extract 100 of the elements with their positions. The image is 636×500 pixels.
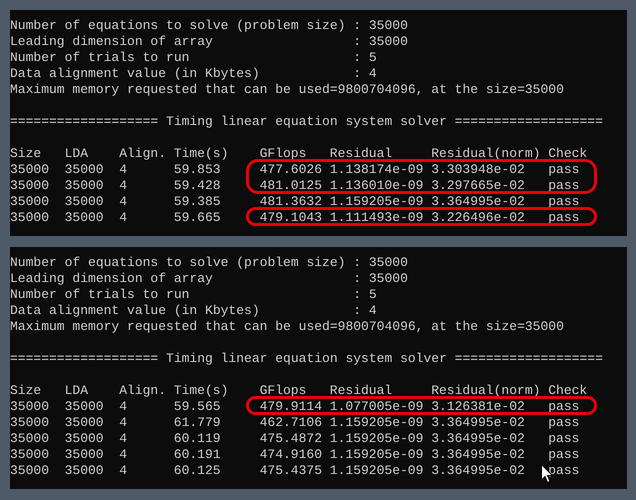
info-line: Data alignment value (in Kbytes) : 4 bbox=[10, 66, 377, 81]
column-header: GFlops bbox=[260, 146, 306, 161]
table-cell: 59.385 bbox=[174, 194, 221, 209]
column-header: Check bbox=[548, 383, 588, 398]
table-cell: 35000 bbox=[10, 178, 50, 193]
table-cell: pass bbox=[548, 431, 580, 446]
table-cell: 59.853 bbox=[174, 162, 221, 177]
table-cell: 3.364995e-02 bbox=[431, 194, 525, 209]
table-cell: 3.126381e-02 bbox=[431, 399, 525, 414]
table-cell: 35000 bbox=[10, 415, 50, 430]
table-cell: 4 bbox=[119, 415, 127, 430]
column-header: LDA bbox=[64, 383, 88, 398]
column-header: Residual(norm) bbox=[431, 383, 540, 398]
column-header: Residual(norm) bbox=[431, 146, 540, 161]
table-cell: pass bbox=[548, 194, 580, 209]
table-cell: 60.125 bbox=[174, 463, 221, 478]
column-header: Time(s) bbox=[174, 146, 228, 161]
table-cell: 35000 bbox=[10, 162, 50, 177]
table-cell: 462.7106 bbox=[260, 415, 322, 430]
table-cell: 479.1043 bbox=[260, 210, 322, 225]
table-cell: pass bbox=[548, 447, 580, 462]
table-cell: 35000 bbox=[10, 447, 50, 462]
table-cell: 35000 bbox=[64, 162, 104, 177]
column-header: GFlops bbox=[260, 383, 306, 398]
table-cell: 474.9160 bbox=[260, 447, 322, 462]
section-title: =================== Timing linear equation system solver =================== bbox=[10, 114, 603, 129]
table-cell: 1.138174e-09 bbox=[330, 162, 424, 177]
info-line: Number of equations to solve (problem size) : 35000 bbox=[10, 255, 408, 270]
table-cell: 1.159205e-09 bbox=[330, 463, 424, 478]
table-cell: 35000 bbox=[64, 194, 104, 209]
table-cell: pass bbox=[548, 162, 580, 177]
column-header: Size bbox=[10, 383, 42, 398]
table-cell: 481.3632 bbox=[260, 194, 322, 209]
table-cell: 3.364995e-02 bbox=[431, 415, 525, 430]
info-line: Number of trials to run : 5 bbox=[10, 50, 377, 65]
column-header: Size bbox=[10, 146, 42, 161]
table-cell: 4 bbox=[119, 463, 127, 478]
table-cell: 3.364995e-02 bbox=[431, 447, 525, 462]
table-cell: 1.159205e-09 bbox=[330, 194, 424, 209]
column-header: Check bbox=[548, 146, 588, 161]
table-cell: 35000 bbox=[64, 178, 104, 193]
table-cell: 60.119 bbox=[174, 431, 221, 446]
column-header: Align. bbox=[119, 146, 166, 161]
column-header: Time(s) bbox=[174, 383, 228, 398]
table-cell: pass bbox=[548, 463, 580, 478]
table-cell: 3.297665e-02 bbox=[431, 178, 525, 193]
table-cell: 3.226496e-02 bbox=[431, 210, 525, 225]
info-line: Number of trials to run : 5 bbox=[10, 287, 377, 302]
table-cell: 4 bbox=[119, 162, 127, 177]
table-cell: 35000 bbox=[10, 210, 50, 225]
table-cell: 3.303948e-02 bbox=[431, 162, 525, 177]
table-cell: 3.364995e-02 bbox=[431, 463, 525, 478]
table-cell: 35000 bbox=[64, 399, 104, 414]
table-cell: 35000 bbox=[64, 463, 104, 478]
info-line: Maximum memory requested that can be used=9800704096, at the size=35000 bbox=[10, 82, 564, 97]
info-line: Leading dimension of array : 35000 bbox=[10, 34, 408, 49]
table-cell: 35000 bbox=[10, 399, 50, 414]
table-cell: 61.779 bbox=[174, 415, 221, 430]
info-line: Data alignment value (in Kbytes) : 4 bbox=[10, 303, 377, 318]
table-cell: 35000 bbox=[64, 415, 104, 430]
table-cell: 1.136010e-09 bbox=[330, 178, 424, 193]
info-line: Leading dimension of array : 35000 bbox=[10, 271, 408, 286]
table-cell: 35000 bbox=[64, 210, 104, 225]
table-cell: 35000 bbox=[10, 194, 50, 209]
table-cell: 1.159205e-09 bbox=[330, 431, 424, 446]
table-cell: pass bbox=[548, 415, 580, 430]
table-cell: 4 bbox=[119, 210, 127, 225]
table-cell: 4 bbox=[119, 194, 127, 209]
table-cell: 35000 bbox=[10, 431, 50, 446]
table-cell: 4 bbox=[119, 431, 127, 446]
column-header: Align. bbox=[119, 383, 166, 398]
table-cell: 475.4872 bbox=[260, 431, 322, 446]
column-header: Residual bbox=[330, 383, 392, 398]
table-cell: 59.428 bbox=[174, 178, 221, 193]
column-header: LDA bbox=[64, 146, 88, 161]
table-cell: 4 bbox=[119, 399, 127, 414]
column-header: Residual bbox=[330, 146, 392, 161]
table-cell: 1.159205e-09 bbox=[330, 415, 424, 430]
table-cell: 481.0125 bbox=[260, 178, 322, 193]
section-title: =================== Timing linear equation system solver =================== bbox=[10, 351, 603, 366]
table-cell: 1.111493e-09 bbox=[330, 210, 424, 225]
table-cell: 59.665 bbox=[174, 210, 221, 225]
info-line: Maximum memory requested that can be used=9800704096, at the size=35000 bbox=[10, 319, 564, 334]
table-cell: 35000 bbox=[10, 463, 50, 478]
table-cell: 60.191 bbox=[174, 447, 221, 462]
table-cell: 1.159205e-09 bbox=[330, 447, 424, 462]
table-cell: 1.077005e-09 bbox=[330, 399, 424, 414]
table-cell: 477.6026 bbox=[260, 162, 322, 177]
table-cell: pass bbox=[548, 178, 580, 193]
table-cell: 3.364995e-02 bbox=[431, 431, 525, 446]
table-cell: 4 bbox=[119, 447, 127, 462]
table-cell: 35000 bbox=[64, 447, 104, 462]
table-cell: 35000 bbox=[64, 431, 104, 446]
table-cell: pass bbox=[548, 210, 580, 225]
table-cell: pass bbox=[548, 399, 580, 414]
info-line: Number of equations to solve (problem size) : 35000 bbox=[10, 18, 408, 33]
table-cell: 479.9114 bbox=[260, 399, 322, 414]
table-cell: 4 bbox=[119, 178, 127, 193]
table-cell: 475.4375 bbox=[260, 463, 322, 478]
table-cell: 59.565 bbox=[174, 399, 221, 414]
